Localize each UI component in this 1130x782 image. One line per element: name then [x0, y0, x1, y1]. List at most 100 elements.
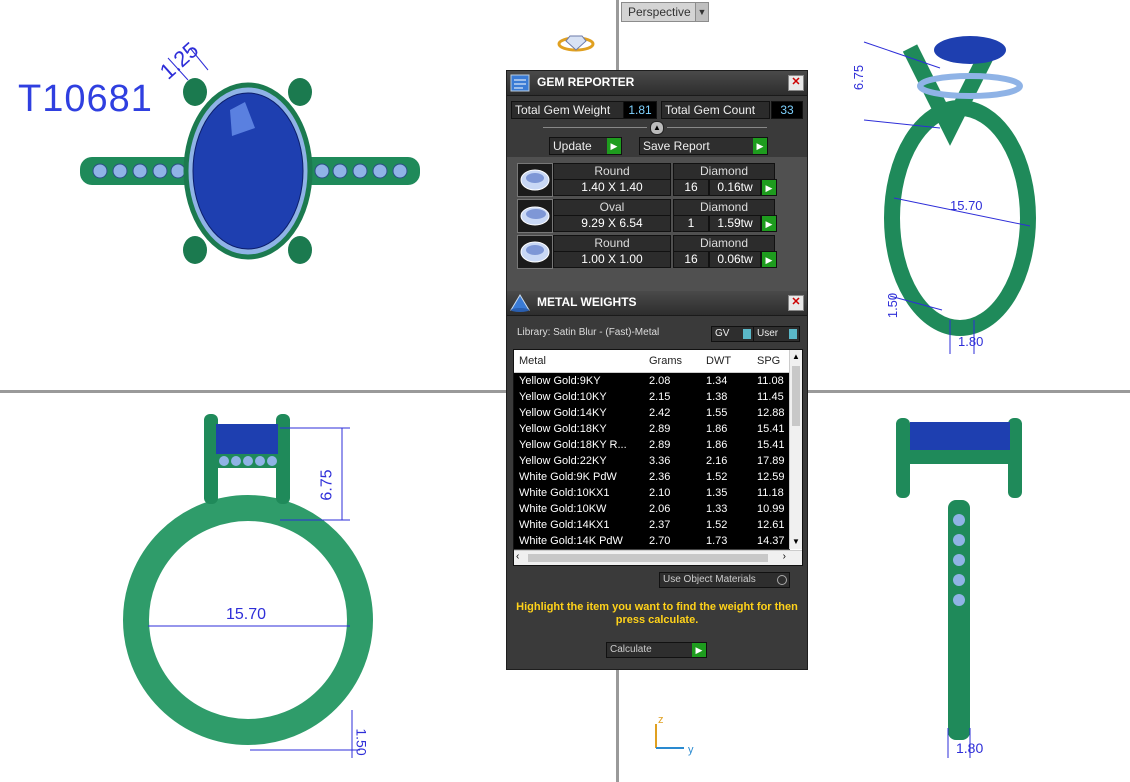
- gem-row[interactable]: Oval Diamond 9.29 X 6.54 1 1.59tw ▶: [515, 199, 777, 233]
- metal-table: Metal Grams DWT SPG Yellow Gold:9KY 2.08 1…: [513, 349, 803, 566]
- dwt-value: 1.52: [706, 519, 728, 531]
- metal-weights-title: METAL WEIGHTS: [537, 295, 637, 309]
- gem-weight: 1.59tw: [709, 215, 761, 232]
- gem-row[interactable]: Round Diamond 1.00 X 1.00 16 0.06tw ▶: [515, 235, 777, 269]
- grams-value: 2.37: [649, 519, 671, 531]
- table-row[interactable]: Yellow Gold:18KY R... 2.89 1.86 15.41: [514, 437, 790, 454]
- dim-side-width: 1.80: [958, 334, 984, 349]
- table-row[interactable]: White Gold:10KW 2.06 1.33 10.99: [514, 501, 790, 518]
- axis-z-label: z: [658, 714, 664, 726]
- ring-thumbnail-icon: [557, 35, 595, 52]
- metal-name: White Gold:9K PdW: [519, 471, 617, 483]
- scroll-down-icon[interactable]: ▼: [790, 535, 802, 549]
- user-toggle[interactable]: User: [753, 326, 800, 342]
- col-spg[interactable]: SPG: [757, 355, 780, 367]
- table-row[interactable]: White Gold:14KX1 2.37 1.52 12.61: [514, 517, 790, 534]
- metal-name: White Gold:14K PdW: [519, 535, 623, 547]
- gem-weight: 0.06tw: [709, 251, 761, 268]
- metal-name: Yellow Gold:18KY R...: [519, 439, 627, 451]
- play-icon: ▶: [762, 252, 776, 267]
- metal-cone-icon: [510, 294, 530, 312]
- total-gem-count-label: Total Gem Count: [661, 101, 770, 119]
- gem-count: 16: [673, 179, 709, 196]
- calculate-instructions: Highlight the item you want to find the …: [516, 601, 798, 626]
- ring-end-view: [896, 418, 1022, 758]
- dwt-value: 1.55: [706, 407, 728, 419]
- gem-type: Diamond: [673, 163, 775, 180]
- total-gem-weight-label: Total Gem Weight: [511, 101, 626, 119]
- metal-name: White Gold:10KX1: [519, 487, 610, 499]
- dwt-value: 1.33: [706, 503, 728, 515]
- gem-select-button[interactable]: ▶: [761, 215, 777, 232]
- metal-name: Yellow Gold:22KY: [519, 455, 607, 467]
- gem-reporter-title: GEM REPORTER: [537, 75, 635, 89]
- horizontal-scrollbar[interactable]: ‹ ›: [514, 550, 802, 565]
- metal-weights-header[interactable]: METAL WEIGHTS ✕: [507, 291, 807, 316]
- table-row[interactable]: Yellow Gold:18KY 2.89 1.86 15.41: [514, 421, 790, 438]
- table-row[interactable]: Yellow Gold:14KY 2.42 1.55 12.88: [514, 405, 790, 422]
- chevron-down-icon[interactable]: ▼: [695, 3, 708, 21]
- spg-value: 12.61: [757, 519, 785, 531]
- close-icon[interactable]: ✕: [788, 75, 804, 91]
- play-icon: ▶: [753, 138, 767, 154]
- metal-table-header: Metal Grams DWT SPG: [514, 350, 790, 373]
- total-gem-count-value: 33: [771, 101, 803, 119]
- gem-size: 9.29 X 6.54: [553, 215, 671, 232]
- table-row[interactable]: Yellow Gold:9KY 2.08 1.34 11.08: [514, 373, 790, 390]
- spg-value: 10.99: [757, 503, 785, 515]
- calculate-button[interactable]: Calculate ▶: [606, 642, 707, 658]
- dwt-value: 1.86: [706, 423, 728, 435]
- scroll-thumb[interactable]: [792, 366, 800, 426]
- gem-list: Round Diamond 1.40 X 1.40 16 0.16tw ▶ Ov…: [507, 157, 807, 291]
- gem-type: Diamond: [673, 199, 775, 216]
- save-report-button[interactable]: Save Report ▶: [639, 137, 768, 155]
- table-row[interactable]: Yellow Gold:22KY 3.36 2.16 17.89: [514, 453, 790, 470]
- total-gem-weight-value: 1.81: [623, 101, 657, 119]
- dwt-value: 1.34: [706, 375, 728, 387]
- col-grams[interactable]: Grams: [649, 355, 682, 367]
- scroll-right-icon[interactable]: ›: [783, 551, 786, 562]
- gv-toggle[interactable]: GV: [711, 326, 754, 342]
- table-row[interactable]: White Gold:9K PdW 2.36 1.52 12.59: [514, 469, 790, 486]
- spg-value: 11.18: [757, 487, 784, 499]
- axis-y-label: y: [688, 744, 694, 756]
- oval-gem-icon: [517, 199, 553, 233]
- vertical-scrollbar[interactable]: ▲ ▼: [789, 350, 802, 549]
- play-icon: ▶: [762, 180, 776, 195]
- grams-value: 3.36: [649, 455, 671, 467]
- gem-row[interactable]: Round Diamond 1.40 X 1.40 16 0.16tw ▶: [515, 163, 777, 197]
- radio-icon: [777, 575, 787, 585]
- ring-front-view: [123, 414, 373, 758]
- gem-shape: Oval: [553, 199, 671, 216]
- perspective-view-menu[interactable]: Perspective ▼: [621, 2, 709, 22]
- scroll-up-icon[interactable]: ▲: [790, 350, 802, 364]
- collapse-toggle-icon[interactable]: ▲: [650, 121, 664, 135]
- dwt-value: 1.52: [706, 471, 728, 483]
- metal-name: White Gold:10KW: [519, 503, 607, 515]
- dim-end-width: 1.80: [956, 740, 984, 756]
- dim-front-shank: 1.50: [353, 728, 370, 756]
- scroll-left-icon[interactable]: ‹: [516, 551, 519, 562]
- dwt-value: 1.38: [706, 391, 728, 403]
- col-metal[interactable]: Metal: [519, 355, 546, 367]
- gem-reporter-header[interactable]: GEM REPORTER ✕: [507, 71, 807, 96]
- table-row[interactable]: White Gold:14K PdW 2.70 1.73 14.37: [514, 533, 790, 550]
- gem-select-button[interactable]: ▶: [761, 179, 777, 196]
- gem-size: 1.40 X 1.40: [553, 179, 671, 196]
- calculate-button-label: Calculate: [610, 644, 652, 655]
- gv-toggle-label: GV: [715, 328, 730, 339]
- table-row[interactable]: Yellow Gold:10KY 2.15 1.38 11.45: [514, 389, 790, 406]
- dwt-value: 1.35: [706, 487, 728, 499]
- use-object-materials-label: Use Object Materials: [663, 574, 756, 585]
- gem-select-button[interactable]: ▶: [761, 251, 777, 268]
- col-dwt[interactable]: DWT: [706, 355, 731, 367]
- grams-value: 2.10: [649, 487, 671, 499]
- gem-shape: Round: [553, 235, 671, 252]
- divider: [667, 127, 767, 128]
- play-icon: ▶: [692, 643, 706, 657]
- update-button[interactable]: Update ▶: [549, 137, 622, 155]
- table-row[interactable]: White Gold:10KX1 2.10 1.35 11.18: [514, 485, 790, 502]
- close-icon[interactable]: ✕: [788, 295, 804, 311]
- scroll-thumb[interactable]: [528, 554, 768, 562]
- use-object-materials-toggle[interactable]: Use Object Materials: [659, 572, 790, 588]
